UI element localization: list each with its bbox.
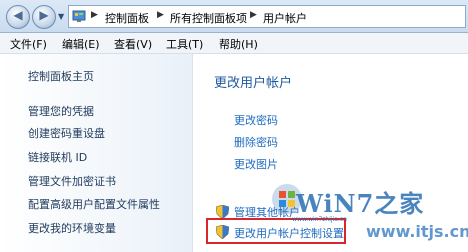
address-bar: ◀ ▶ ▼ ▶ 控制面板 ▶ 所有控制面板项 ▶ 用户帐户: [0, 0, 468, 33]
watermark-text: WiN7之家: [296, 189, 425, 218]
breadcrumb-control-panel[interactable]: 控制面板: [105, 10, 149, 26]
menu-tools[interactable]: 工具(T): [166, 36, 203, 52]
sidebar-item-environment-variables[interactable]: 更改我的环境变量: [28, 220, 116, 236]
back-button[interactable]: ◀: [6, 5, 30, 29]
sidebar-item-link-online-id[interactable]: 链接联机 ID: [28, 149, 87, 165]
history-dropdown-icon[interactable]: ▼: [58, 12, 64, 21]
watermark: WiN7之家 www.win7zhijia.cn www.itjs.cn: [270, 178, 468, 248]
change-password-link[interactable]: 更改密码: [234, 112, 278, 128]
menu-edit[interactable]: 编辑(E): [62, 36, 100, 52]
breadcrumb-all-items[interactable]: 所有控制面板项: [170, 10, 247, 26]
back-arrow-icon: ◀: [13, 8, 23, 22]
address-box[interactable]: ▶ 控制面板 ▶ 所有控制面板项 ▶ 用户帐户: [68, 5, 466, 28]
menu-help[interactable]: 帮助(H): [219, 36, 258, 52]
watermark-site-url: www.itjs.cn: [366, 222, 468, 241]
sidebar-item-password-reset-disk[interactable]: 创建密码重设盘: [28, 125, 105, 141]
forward-arrow-icon: ▶: [39, 8, 49, 22]
sidebar-item-encryption-certificates[interactable]: 管理文件加密证书: [28, 173, 116, 189]
breadcrumb-separator-icon[interactable]: ▶: [157, 10, 164, 20]
uac-shield-icon: [216, 205, 229, 219]
forward-button[interactable]: ▶: [32, 5, 56, 29]
breadcrumb-separator-icon[interactable]: ▶: [91, 10, 98, 20]
control-panel-icon: [72, 10, 86, 22]
menu-bar: 文件(F) 编辑(E) 查看(V) 工具(T) 帮助(H): [0, 33, 468, 54]
page-title: 更改用户帐户: [214, 76, 293, 91]
sidebar-home-link[interactable]: 控制面板主页: [28, 68, 94, 84]
sidebar-item-profile-properties[interactable]: 配置高级用户配置文件属性: [28, 196, 160, 212]
breadcrumb-separator-icon[interactable]: ▶: [250, 10, 257, 20]
remove-password-link[interactable]: 删除密码: [234, 134, 278, 150]
menu-view[interactable]: 查看(V): [114, 36, 152, 52]
change-picture-link[interactable]: 更改图片: [234, 156, 278, 172]
breadcrumb-user-accounts[interactable]: 用户帐户: [263, 10, 307, 26]
menu-file[interactable]: 文件(F): [10, 36, 47, 52]
sidebar-item-credentials[interactable]: 管理您的凭据: [28, 103, 94, 119]
watermark-small-url: www.win7zhijia.cn: [292, 216, 347, 223]
